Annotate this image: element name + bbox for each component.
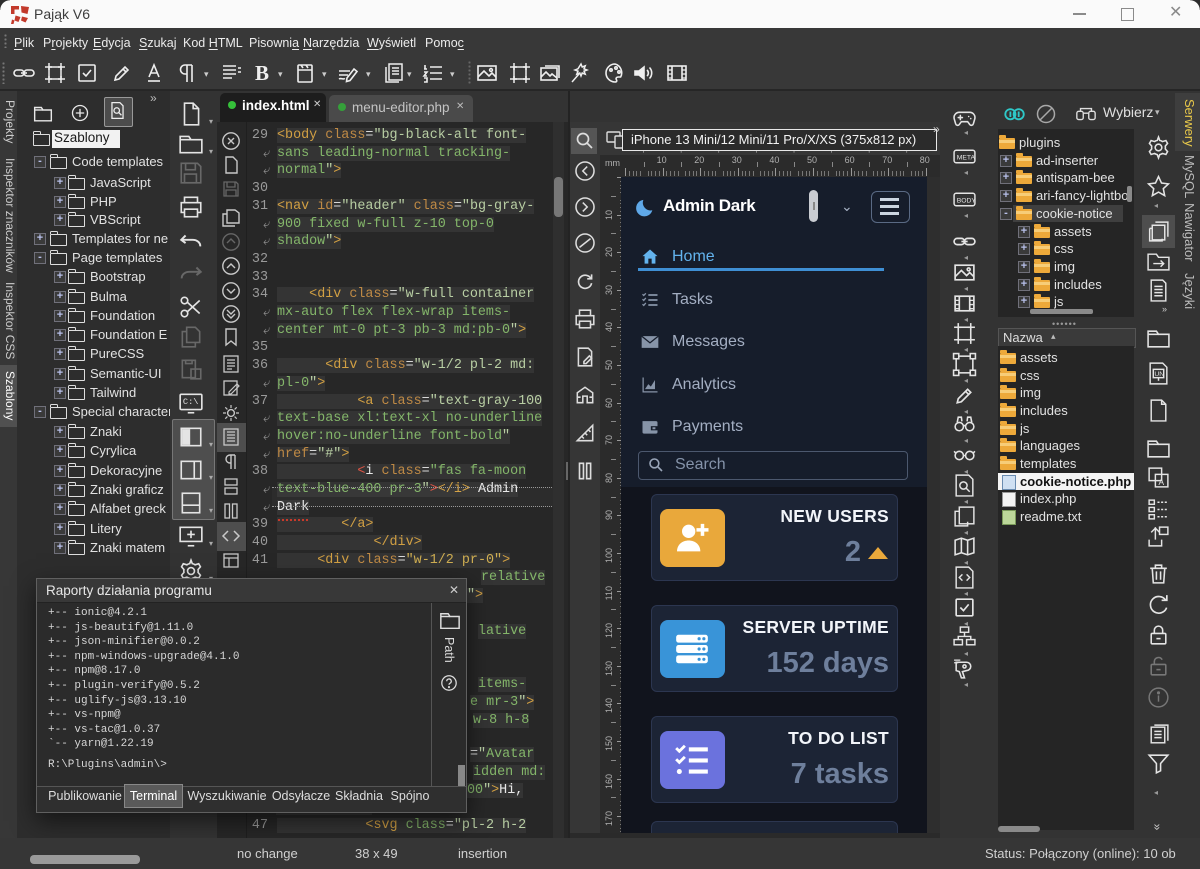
svg-text:META: META <box>957 155 976 162</box>
svg-text:C:\: C:\ <box>183 397 199 407</box>
svg-text:BODY: BODY <box>957 198 977 205</box>
svg-text:B: B <box>255 61 269 85</box>
